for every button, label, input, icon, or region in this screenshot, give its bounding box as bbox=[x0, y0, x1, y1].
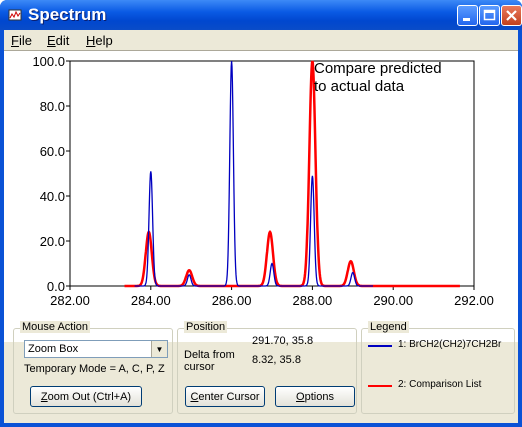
maximize-icon bbox=[483, 9, 496, 21]
minimize-button[interactable] bbox=[457, 5, 478, 26]
x-tick-label: 292.00 bbox=[454, 293, 494, 308]
y-tick-label: 20.0 bbox=[40, 234, 65, 249]
legend-swatch-2 bbox=[368, 385, 392, 387]
title-bar[interactable]: Spectrum bbox=[0, 0, 522, 30]
mouse-action-title: Mouse Action bbox=[20, 321, 91, 333]
legend-label-2: 2: Comparison List bbox=[398, 379, 482, 390]
dropdown-arrow-icon[interactable]: ▼ bbox=[151, 341, 167, 357]
menu-help[interactable]: Help bbox=[86, 33, 113, 48]
temporary-mode-label: Temporary Mode = A, C, P, Z bbox=[24, 363, 165, 375]
cursor-position-value: 291.70, 35.8 bbox=[252, 335, 314, 347]
window-title: Spectrum bbox=[28, 5, 107, 24]
y-tick-label: 60.0 bbox=[40, 144, 65, 159]
x-tick-label: 282.00 bbox=[50, 293, 90, 308]
x-tick-label: 288.00 bbox=[293, 293, 333, 308]
y-tick-label: 100.0 bbox=[32, 54, 65, 69]
x-tick-label: 290.00 bbox=[373, 293, 413, 308]
y-tick-label: 0.0 bbox=[47, 279, 65, 294]
options-button[interactable]: Options bbox=[275, 386, 355, 407]
legend-group: Legend 1: BrCH2(CH2)7CH2Br 2: Comparison… bbox=[361, 321, 515, 414]
legend-title: Legend bbox=[368, 321, 409, 333]
mouse-action-group: Mouse Action Zoom Box ▼ Temporary Mode =… bbox=[13, 321, 173, 414]
app-icon bbox=[8, 9, 22, 21]
position-group: Position 291.70, 35.8 Delta from cursor … bbox=[177, 321, 357, 414]
legend-swatch-1 bbox=[368, 345, 392, 347]
delta-from-label: Delta from bbox=[184, 349, 235, 361]
chart-annotation: to actual data bbox=[314, 78, 405, 95]
menu-edit[interactable]: Edit bbox=[47, 33, 69, 48]
spectrum-chart[interactable]: 282.00 284.00 286.00 288.00 290.00 292.00 0.0 2… bbox=[4, 51, 518, 343]
legend-label-1: 1: BrCH2(CH2)7CH2Br bbox=[398, 339, 502, 350]
position-title: Position bbox=[184, 321, 228, 333]
client-area: File Edit Help 282.00 284.00 286.00 288.00 2… bbox=[4, 30, 518, 423]
close-button[interactable] bbox=[501, 5, 522, 26]
menu-bar: File Edit Help bbox=[4, 30, 518, 50]
y-tick-label: 40.0 bbox=[40, 189, 65, 204]
close-icon bbox=[506, 10, 517, 21]
series-line-comparison bbox=[124, 60, 460, 288]
y-tick-label: 80.0 bbox=[40, 99, 65, 114]
minimize-icon bbox=[463, 18, 470, 21]
spectrum-plot-area[interactable]: 282.00 284.00 286.00 288.00 290.00 292.00 0.0 2… bbox=[4, 50, 518, 342]
x-tick-label: 286.00 bbox=[212, 293, 252, 308]
mouse-mode-select[interactable]: Zoom Box ▼ bbox=[24, 340, 168, 358]
spectrum-window: Spectrum File Edit Help 282.00 284.00 286.… bbox=[0, 0, 522, 427]
center-cursor-button[interactable]: Center Cursor bbox=[185, 386, 265, 407]
x-tick-label: 284.00 bbox=[131, 293, 171, 308]
menu-file[interactable]: File bbox=[11, 33, 32, 48]
mouse-mode-value: Zoom Box bbox=[28, 343, 79, 355]
zoom-out-button[interactable]: Zoom Out (Ctrl+A) bbox=[30, 386, 142, 407]
chart-annotation: Compare predicted bbox=[314, 60, 442, 77]
maximize-button[interactable] bbox=[479, 5, 500, 26]
delta-value: 8.32, 35.8 bbox=[252, 354, 301, 366]
delta-cursor-label: cursor bbox=[184, 361, 215, 373]
